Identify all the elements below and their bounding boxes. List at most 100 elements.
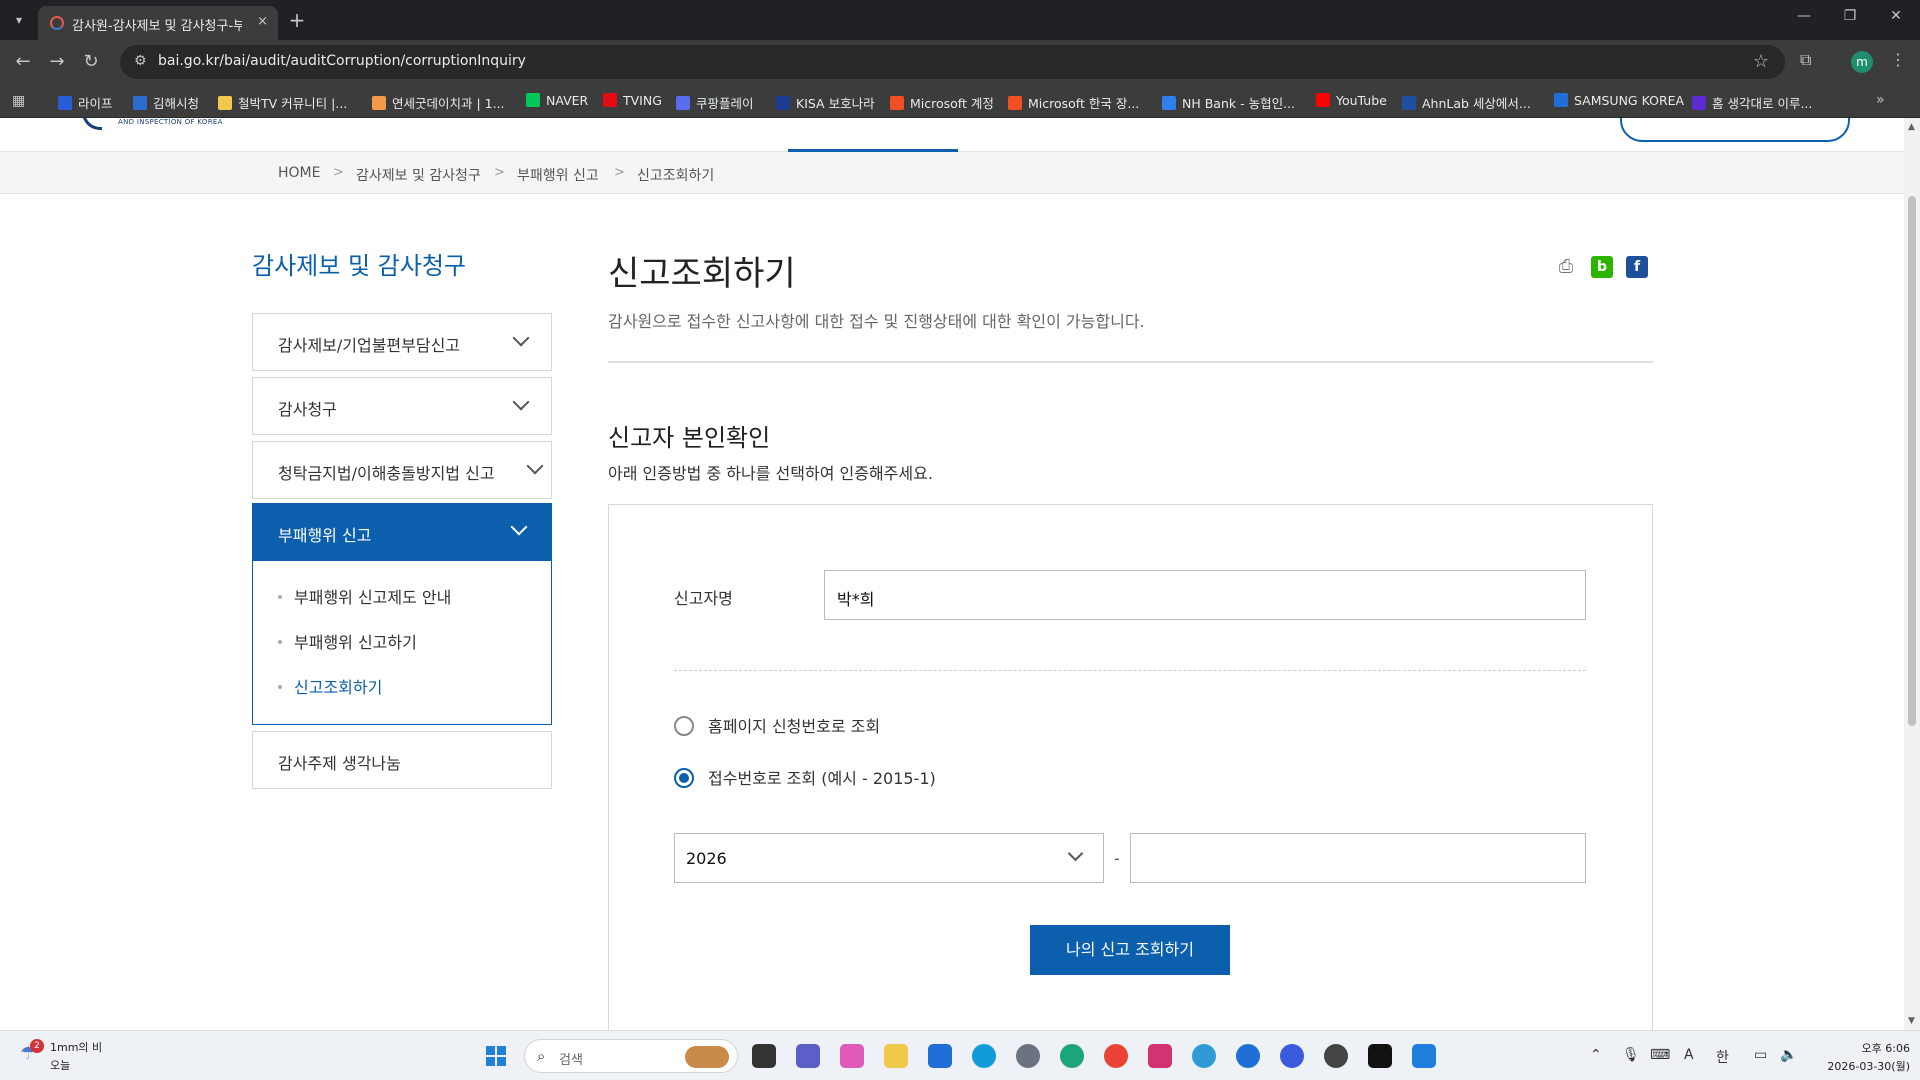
reload-icon[interactable]: ↻ (80, 51, 102, 73)
teams-icon[interactable] (796, 1044, 820, 1068)
calendar-icon[interactable] (1412, 1044, 1436, 1068)
sidebar-subitem-guide[interactable]: 부패행위 신고제도 안내 (278, 584, 451, 608)
sidebar-item-audit-ideas[interactable]: 감사주제 생각나눔 (252, 731, 552, 789)
header-button[interactable] (1620, 118, 1850, 142)
menu-icon[interactable]: ⋮ (1890, 50, 1906, 69)
bookmark-item[interactable]: 홈 생각대로 이루... (1692, 93, 1812, 112)
sidebar-subitem-report[interactable]: 부패행위 신고하기 (278, 629, 417, 653)
print-icon[interactable]: ⎙ (1555, 256, 1577, 278)
network-icon[interactable]: ▭ (1754, 1047, 1767, 1063)
radio-checked-icon[interactable] (674, 768, 694, 788)
copilot-icon[interactable] (840, 1044, 864, 1068)
close-window-icon[interactable]: ✕ (1876, 8, 1916, 24)
restore-icon[interactable]: ❐ (1830, 8, 1870, 24)
windows-start-icon[interactable] (486, 1046, 506, 1066)
tray-chevron-up-icon[interactable]: ⌃ (1590, 1047, 1602, 1063)
forward-icon[interactable]: → (46, 51, 68, 73)
font-indicator[interactable]: A (1684, 1047, 1694, 1063)
address-bar[interactable]: ⚙ bai.go.kr/bai/audit/auditCorruption/co… (120, 45, 1785, 79)
extensions-icon[interactable]: ⧉ (1800, 50, 1811, 70)
bookmark-item[interactable]: 라이프 (58, 93, 113, 112)
settings-icon[interactable] (1016, 1044, 1040, 1068)
edge-icon[interactable] (972, 1044, 996, 1068)
clock-date[interactable]: 2026-03-30(월) (1818, 1058, 1910, 1074)
clock-time[interactable]: 오후 6:06 (1852, 1040, 1910, 1056)
logo-subtext: AND INSPECTION OF KOREA (118, 118, 223, 126)
sticky-notes-icon[interactable] (1368, 1044, 1392, 1068)
file-explorer-icon[interactable] (884, 1044, 908, 1068)
bookmark-item[interactable]: KISA 보호나라 (776, 93, 875, 112)
bookmark-item[interactable]: SAMSUNG KOREA (1554, 93, 1684, 108)
weather-day[interactable]: 오늘 (50, 1057, 70, 1073)
search-app-icon[interactable] (1236, 1044, 1260, 1068)
breadcrumb-item[interactable]: 부패행위 신고 (517, 165, 599, 185)
bookmark-item[interactable]: 김해시청 (133, 93, 199, 112)
sidebar-item-audit-request[interactable]: 감사청구 (252, 377, 552, 435)
year-select[interactable]: 2026 (674, 833, 1104, 883)
bookmark-item[interactable]: 쿠팡플레이 (676, 93, 754, 112)
snipping-tool-icon[interactable] (1148, 1044, 1172, 1068)
facebook-share-icon[interactable]: f (1626, 256, 1648, 278)
breadcrumb-home[interactable]: HOME (278, 165, 320, 181)
bookmark-star-icon[interactable]: ☆ (1753, 51, 1769, 72)
bookmark-item[interactable]: Microsoft 계정 (890, 93, 994, 112)
sync-icon[interactable] (1280, 1044, 1304, 1068)
url-text[interactable]: bai.go.kr/bai/audit/auditCorruption/corr… (158, 53, 526, 69)
tab-list-icon[interactable]: ▾ (8, 9, 30, 31)
photos-icon[interactable] (1192, 1044, 1216, 1068)
inquiry-submit-button[interactable]: 나의 신고 조회하기 (1030, 925, 1230, 975)
radio-label: 홈페이지 신청번호로 조회 (708, 717, 881, 736)
chrome-icon[interactable] (1104, 1044, 1128, 1068)
scroll-up-icon[interactable]: ▲ (1908, 122, 1915, 132)
section-description: 아래 인증방법 중 하나를 선택하여 인증해주세요. (608, 464, 933, 483)
bookmark-item[interactable]: TVING (603, 93, 662, 108)
sidebar-subitem-inquiry[interactable]: 신고조회하기 (278, 674, 382, 698)
browser-tab[interactable]: 감사원-감사제보 및 감사청구-부패행위 신고 × (38, 6, 278, 40)
microphone-icon[interactable]: 🎙 (1622, 1047, 1640, 1063)
identity-form: 신고자명 박*희 홈페이지 신청번호로 조회 접수번호로 조회 (예시 - 20… (608, 504, 1653, 1030)
volume-icon[interactable]: 🔈 (1780, 1047, 1797, 1063)
weather-text[interactable]: 1mm의 비 (50, 1039, 102, 1055)
sidebar-item-label: 감사주제 생각나눔 (278, 754, 401, 773)
radio-homepage-number[interactable]: 홈페이지 신청번호로 조회 (674, 713, 880, 737)
bookmark-item[interactable]: Microsoft 한국 장... (1008, 93, 1139, 112)
reporter-name-input[interactable]: 박*희 (824, 570, 1586, 620)
bookmark-item[interactable]: 철박TV 커뮤니티 |... (218, 93, 347, 112)
minimize-icon[interactable]: — (1784, 8, 1824, 24)
tab-close-icon[interactable]: × (257, 14, 268, 29)
back-icon[interactable]: ← (12, 51, 34, 73)
breadcrumb-item[interactable]: 감사제보 및 감사청구 (356, 165, 481, 185)
scroll-thumb[interactable] (1908, 196, 1916, 726)
new-tab-button[interactable]: + (284, 8, 310, 34)
page-title: 신고조회하기 (608, 254, 796, 294)
scroll-down-icon[interactable]: ▼ (1908, 1016, 1915, 1026)
blog-share-icon[interactable]: b (1591, 256, 1613, 278)
apps-grid-icon[interactable]: ▦ (12, 93, 25, 109)
bookmark-item[interactable]: NAVER (526, 93, 588, 108)
bullet-icon (278, 640, 282, 644)
bookmark-item[interactable]: YouTube (1316, 93, 1387, 108)
more-bookmarks-icon[interactable]: » (1876, 92, 1885, 108)
task-view-icon[interactable] (752, 1044, 776, 1068)
receipt-number-input[interactable] (1130, 833, 1586, 883)
store-icon[interactable] (928, 1044, 952, 1068)
search-placeholder: 검색 (559, 1053, 583, 1068)
radio-unchecked-icon[interactable] (674, 716, 694, 736)
bookmark-item[interactable]: NH Bank - 농협인... (1162, 93, 1295, 112)
taskbar-search[interactable]: ⌕ 검색 (524, 1039, 738, 1073)
bookmark-item[interactable]: AhnLab 세상에서... (1402, 93, 1531, 112)
bookmark-item[interactable]: 연세굿데이치과 | 1... (372, 93, 505, 112)
sidebar-active-header[interactable]: 부패행위 신고 (253, 504, 551, 561)
clock-app-icon[interactable] (1324, 1044, 1348, 1068)
edge-dev-icon[interactable] (1060, 1044, 1084, 1068)
sidebar-item-antigraft[interactable]: 청탁금지법/이해충돌방지법 신고 (252, 441, 552, 499)
sidebar-item-audit-report[interactable]: 감사제보/기업불편부담신고 (252, 313, 552, 371)
breadcrumb-current[interactable]: 신고조회하기 (637, 165, 714, 185)
site-logo[interactable] (82, 118, 102, 130)
keyboard-icon[interactable]: ⌨ (1650, 1047, 1670, 1063)
ime-indicator[interactable]: 한 (1716, 1047, 1729, 1067)
page-scrollbar[interactable]: ▲ ▼ (1904, 118, 1920, 1030)
radio-receipt-number[interactable]: 접수번호로 조회 (예시 - 2015-1) (674, 765, 936, 789)
site-info-icon[interactable]: ⚙ (134, 53, 147, 69)
profile-avatar[interactable]: m (1851, 51, 1873, 73)
